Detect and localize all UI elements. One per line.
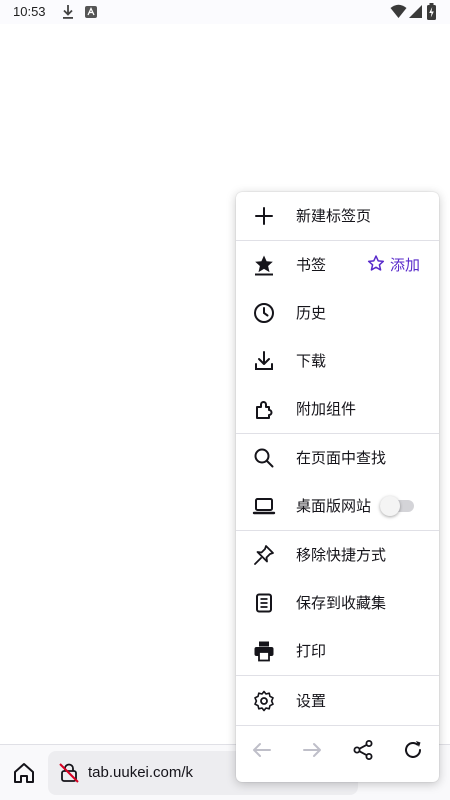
back-arrow-icon[interactable] <box>250 738 274 762</box>
menu-item-remove-shortcut[interactable]: 移除快捷方式 <box>236 531 439 579</box>
menu-item-label: 历史 <box>296 304 327 322</box>
menu-item-history[interactable]: 历史 <box>236 289 439 337</box>
bookmark-star-icon <box>252 253 276 277</box>
menu-item-label: 保存到收藏集 <box>296 594 387 612</box>
printer-icon <box>252 639 276 663</box>
menu-item-downloads[interactable]: 下载 <box>236 337 439 385</box>
reload-icon[interactable] <box>401 738 425 762</box>
divider <box>236 675 439 676</box>
download-icon <box>61 4 75 20</box>
status-time: 10:53 <box>13 4 46 19</box>
menu-item-label: 桌面版网站 <box>296 497 372 515</box>
desktop-site-toggle[interactable] <box>380 496 414 516</box>
add-bookmark-button[interactable]: 添加 <box>366 253 436 277</box>
star-outline-icon <box>366 254 386 274</box>
menu-item-label: 附加组件 <box>296 400 357 418</box>
menu-item-settings[interactable]: 设置 <box>236 677 439 725</box>
menu-item-label: 移除快捷方式 <box>296 546 387 564</box>
clock-icon <box>252 301 276 325</box>
url-text[interactable]: tab.uukei.com/k <box>88 764 193 781</box>
forward-arrow-icon[interactable] <box>300 738 324 762</box>
menu-navigation-row <box>236 726 439 774</box>
menu-item-label: 下载 <box>296 352 327 370</box>
home-icon[interactable] <box>10 759 38 787</box>
search-icon <box>252 446 276 470</box>
download-icon <box>252 349 276 373</box>
battery-charging-icon <box>427 3 436 20</box>
share-icon[interactable] <box>351 738 375 762</box>
insecure-lock-icon[interactable] <box>58 762 80 784</box>
collection-icon <box>252 591 276 615</box>
text-notification-icon <box>84 4 98 20</box>
toggle-knob <box>380 496 400 516</box>
status-bar: 10:53 <box>0 0 450 24</box>
browser-menu: 新建标签页 书签 添加 历史 下载 附加组件 在页面中查找 桌面版网站 移除快捷… <box>236 192 439 782</box>
menu-item-addons[interactable]: 附加组件 <box>236 385 439 433</box>
menu-item-print[interactable]: 打印 <box>236 627 439 675</box>
menu-item-label: 书签 <box>296 256 327 274</box>
cellular-signal-icon <box>409 4 423 19</box>
menu-item-new-tab[interactable]: 新建标签页 <box>236 192 439 240</box>
menu-item-label: 在页面中查找 <box>296 449 387 467</box>
menu-item-label: 打印 <box>296 642 327 660</box>
gear-icon <box>252 689 276 713</box>
menu-item-bookmarks[interactable]: 书签 添加 <box>236 241 439 289</box>
wifi-icon <box>390 4 407 19</box>
menu-item-save-to-collection[interactable]: 保存到收藏集 <box>236 579 439 627</box>
menu-item-find-in-page[interactable]: 在页面中查找 <box>236 434 439 482</box>
add-bookmark-label: 添加 <box>390 256 421 274</box>
puzzle-icon <box>252 397 276 421</box>
menu-item-label: 新建标签页 <box>296 207 372 225</box>
laptop-icon <box>252 494 276 518</box>
menu-item-desktop-site[interactable]: 桌面版网站 <box>236 482 439 530</box>
menu-item-label: 设置 <box>296 692 327 710</box>
unpin-icon <box>252 543 276 567</box>
plus-icon <box>252 204 276 228</box>
